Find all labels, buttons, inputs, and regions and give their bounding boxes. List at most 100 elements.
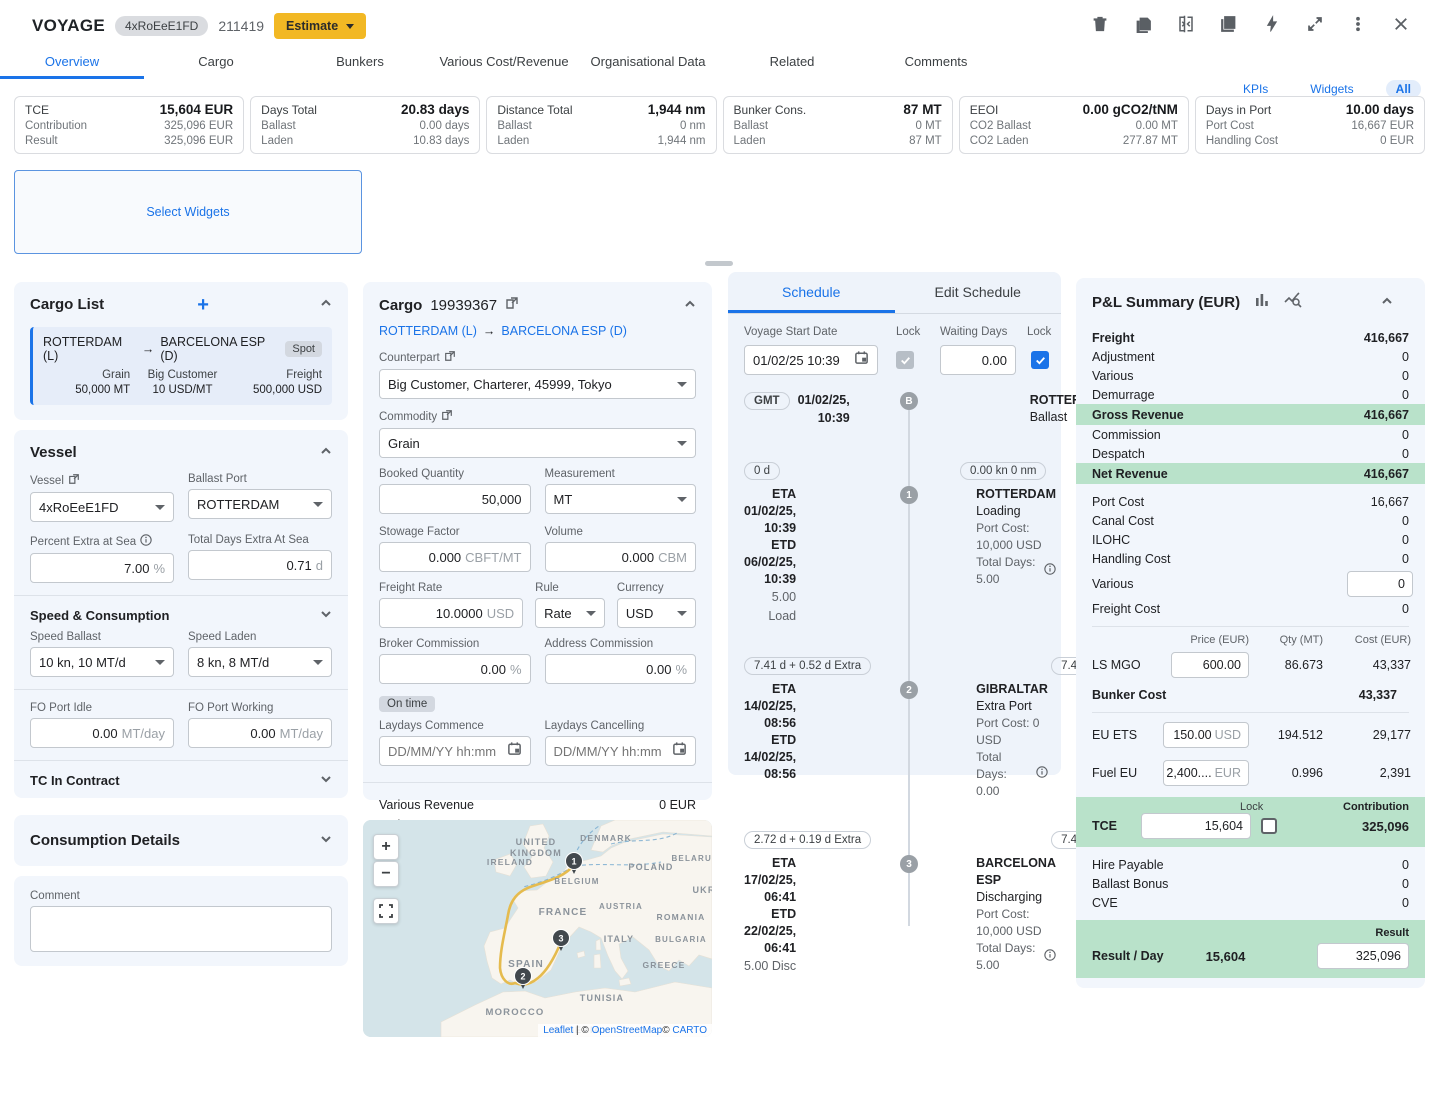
info-icon	[140, 534, 152, 549]
broker-commission-input[interactable]: 0.00%	[379, 654, 531, 684]
tab-various-cost-revenue[interactable]: Various Cost/Revenue	[432, 46, 576, 79]
kpi-sub-row: Contribution325,096 EUR	[25, 120, 233, 132]
delete-icon[interactable]	[1090, 14, 1110, 34]
fo-port-working-input[interactable]: 0.00MT/day	[188, 718, 332, 748]
pnl-row-value: 0	[1402, 514, 1409, 528]
tab-bunkers[interactable]: Bunkers	[288, 46, 432, 79]
quick-actions-icon[interactable]	[1262, 14, 1282, 34]
days-extra-input[interactable]: 0.71d	[188, 550, 332, 580]
calendar-icon[interactable]	[672, 741, 687, 761]
more-options-icon[interactable]	[1348, 14, 1368, 34]
stop-detail: Total Days: 0.00	[976, 749, 1048, 800]
analytics-icon[interactable]	[1284, 292, 1302, 312]
leaflet-link[interactable]: Leaflet	[543, 1025, 573, 1036]
map-zoom-out-button[interactable]: −	[373, 861, 399, 887]
fuel-price-input[interactable]: 150.00USD	[1163, 722, 1249, 748]
compare-icon[interactable]	[1176, 14, 1196, 34]
fo-port-idle-input[interactable]: 0.00MT/day	[30, 718, 174, 748]
arrow-right-icon: →	[483, 324, 496, 338]
waiting-days-lock-checkbox[interactable]	[1031, 351, 1049, 369]
estimate-button[interactable]: Estimate	[274, 13, 366, 39]
kpi-card-bunker-cons: Bunker Cons.87 MTBallast0 MTLaden87 MT	[723, 96, 953, 154]
carto-link[interactable]: CARTO	[672, 1025, 707, 1036]
speed-laden-select[interactable]: 8 kn, 8 MT/d	[188, 647, 332, 677]
schedule-tab-schedule[interactable]: Schedule	[728, 272, 895, 313]
chevron-up-icon[interactable]	[320, 296, 332, 313]
ballast-port-select[interactable]: ROTTERDAM	[188, 489, 332, 519]
pnl-various-input[interactable]: 0	[1347, 571, 1413, 597]
kpi-sub-label: CO2 Ballast	[970, 120, 1031, 132]
pnl-row-value: 0	[1402, 388, 1409, 402]
chevron-up-icon[interactable]	[320, 444, 332, 461]
chevron-down-icon[interactable]	[320, 608, 332, 623]
pnl-row-value: 0	[1402, 533, 1409, 547]
voyage-start-input[interactable]	[744, 345, 878, 375]
map-fullscreen-button[interactable]	[373, 898, 399, 924]
fullscreen-icon[interactable]	[1305, 14, 1325, 34]
fuel-price-input[interactable]: 600.00	[1171, 652, 1249, 678]
tce-input[interactable]: 15,604	[1141, 813, 1251, 839]
bar-chart-icon[interactable]	[1254, 292, 1270, 312]
fullscreen-icon	[379, 904, 393, 918]
fuel-row-ls-mgo: LS MGO600.0086.67343,337	[1076, 649, 1425, 681]
stowage-input[interactable]: 0.000CBFT/MT	[379, 542, 531, 572]
schedule-tab-edit-schedule[interactable]: Edit Schedule	[895, 272, 1062, 313]
external-link-icon[interactable]	[68, 473, 80, 488]
external-link-icon[interactable]	[444, 350, 456, 365]
map-country-label: UNITED	[516, 837, 557, 847]
tab-cargo[interactable]: Cargo	[144, 46, 288, 79]
chevron-down-icon[interactable]	[320, 832, 332, 849]
map-country-label: MOROCCO	[485, 1007, 544, 1018]
chevron-up-icon[interactable]	[1381, 294, 1393, 311]
external-link-icon[interactable]	[441, 409, 453, 424]
select-widgets-button[interactable]: Select Widgets	[14, 170, 362, 254]
vessel-select[interactable]: 4xRoEeE1FD	[30, 492, 174, 522]
fuel-price-input[interactable]: 2,400....EUR	[1163, 760, 1249, 786]
booked-qty-input[interactable]: 50,000	[379, 484, 531, 514]
rule-select[interactable]: Rate	[535, 598, 605, 628]
volume-input[interactable]: 0.000CBM	[545, 542, 697, 572]
external-link-icon[interactable]	[505, 296, 519, 314]
kpi-sub-row: Laden1,944 nm	[497, 135, 705, 147]
kpi-sub-label: Ballast	[261, 120, 296, 132]
export-pdf-icon[interactable]: PDF	[1219, 14, 1239, 34]
waiting-days-input[interactable]: 0.00	[940, 345, 1016, 375]
tab-organisational-data[interactable]: Organisational Data	[576, 46, 720, 79]
pnl-row-value: 416,667	[1364, 331, 1409, 345]
percent-extra-input[interactable]: 7.00%	[30, 553, 174, 583]
calendar-icon[interactable]	[507, 741, 522, 761]
panel-resize-handle[interactable]	[705, 261, 733, 266]
chevron-up-icon[interactable]	[684, 297, 696, 314]
calendar-icon[interactable]	[854, 350, 869, 370]
address-commission-input[interactable]: 0.00%	[545, 654, 697, 684]
voyage-map[interactable]: UNITEDKINGDOMIRELANDDENMARKBELARUSPOLAND…	[363, 820, 712, 1037]
duplicate-icon[interactable]	[1133, 14, 1153, 34]
add-cargo-icon[interactable]: +	[197, 298, 209, 312]
tab-comments[interactable]: Comments	[864, 46, 1008, 79]
cargo-list-item[interactable]: ROTTERDAM (L) → BARCELONA ESP (D) Spot G…	[30, 327, 332, 405]
kpi-sub-label: Laden	[261, 135, 293, 147]
kpi-sub-row: Laden87 MT	[734, 135, 942, 147]
voyage-start-lock-checkbox[interactable]	[896, 351, 914, 369]
measurement-select[interactable]: MT	[545, 484, 697, 514]
comment-textarea[interactable]	[30, 906, 332, 952]
map-country-label: BELGIUM	[554, 877, 599, 886]
map-country-label: ITALY	[604, 934, 635, 944]
result-input[interactable]: 325,096	[1317, 943, 1409, 969]
close-icon[interactable]	[1391, 14, 1411, 34]
commodity-select[interactable]: Grain	[379, 428, 696, 458]
tce-lock-checkbox[interactable]	[1261, 818, 1277, 834]
laydays-cancelling-input[interactable]	[545, 736, 697, 766]
chevron-down-icon[interactable]	[320, 773, 332, 788]
osm-link[interactable]: OpenStreetMap	[592, 1025, 663, 1036]
freight-rate-input[interactable]: 10.0000USD	[379, 598, 523, 628]
map-zoom-in-button[interactable]: +	[373, 834, 399, 860]
speed-ballast-select[interactable]: 10 kn, 10 MT/d	[30, 647, 174, 677]
tab-related[interactable]: Related	[720, 46, 864, 79]
laydays-commence-input[interactable]	[379, 736, 531, 766]
currency-select[interactable]: USD	[617, 598, 696, 628]
counterpart-select[interactable]: Big Customer, Charterer, 45999, Tokyo	[379, 369, 696, 399]
route-from-link[interactable]: ROTTERDAM (L)	[379, 324, 477, 338]
tab-overview[interactable]: Overview	[0, 46, 144, 79]
route-to-link[interactable]: BARCELONA ESP (D)	[501, 324, 627, 338]
